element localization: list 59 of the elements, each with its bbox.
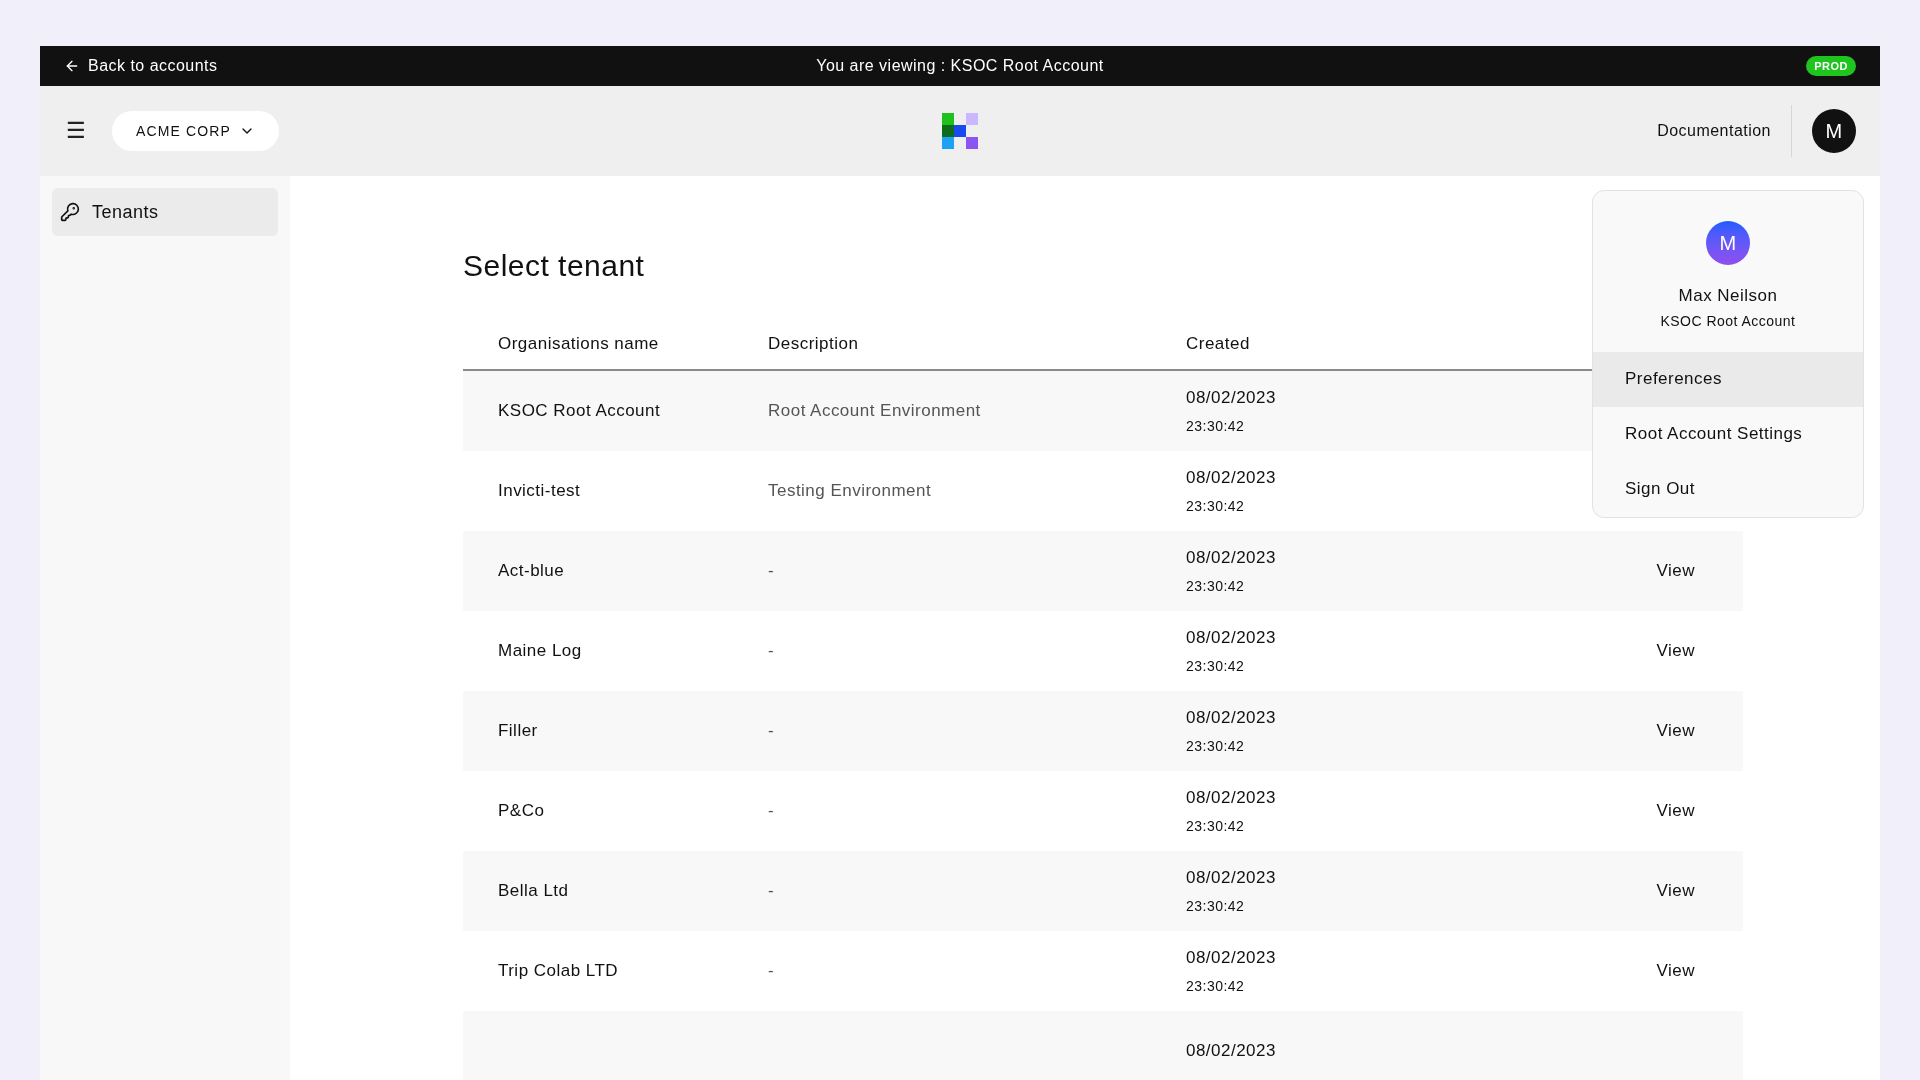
back-link[interactable]: Back to accounts — [64, 54, 218, 78]
created-date: 08/02/2023 — [1186, 386, 1276, 409]
view-link[interactable]: View — [1656, 798, 1695, 824]
organisation-name: Invicti-test — [498, 481, 581, 501]
organisation-name: Filler — [498, 721, 538, 741]
created-date: 08/02/2023 — [1186, 786, 1276, 809]
view-link[interactable]: View — [1656, 718, 1695, 744]
menu-item[interactable]: Root Account Settings — [1593, 406, 1863, 462]
description-text: - — [768, 801, 775, 821]
organisation-name: Maine Log — [498, 641, 582, 661]
description-text: - — [768, 881, 775, 901]
logo-icon — [942, 113, 978, 149]
view-link[interactable]: View — [1656, 878, 1695, 904]
view-link[interactable]: View — [1656, 638, 1695, 664]
created-date: 08/02/2023 — [1186, 946, 1276, 969]
user-avatar[interactable]: M — [1812, 109, 1856, 153]
organisation-name: Act-blue — [498, 561, 565, 581]
description-text: - — [768, 561, 775, 581]
description-text: Root Account Environment — [768, 401, 981, 421]
created-time: 23:30:42 — [1186, 417, 1245, 437]
created-date: 08/02/2023 — [1186, 466, 1276, 489]
description-text: Testing Environment — [768, 481, 932, 501]
created-time: 23:30:42 — [1186, 977, 1245, 997]
organisation-name: KSOC Root Account — [498, 401, 661, 421]
sidebar-item[interactable]: Tenants — [52, 188, 278, 236]
viewing-label: You are viewing : KSOC Root Account — [816, 56, 1104, 76]
view-link[interactable]: View — [1656, 558, 1695, 584]
environment-badge: PROD — [1806, 55, 1856, 77]
account-selector[interactable]: ACME CORP — [112, 111, 279, 151]
created-time: 23:30:42 — [1186, 497, 1245, 517]
menu-button[interactable]: ☰ — [64, 120, 88, 142]
organisation-name: P&Co — [498, 801, 545, 821]
created-time: 23:30:42 — [1186, 657, 1245, 677]
description-text: - — [768, 721, 775, 741]
organisation-name: Bella Ltd — [498, 881, 569, 901]
user-name: Max Neilson — [1678, 285, 1778, 307]
menu-item[interactable]: Preferences — [1593, 351, 1863, 407]
documentation-link[interactable]: Documentation — [1657, 119, 1771, 143]
created-date: 08/02/2023 — [1186, 1040, 1276, 1063]
column-header: Organisations name — [498, 333, 659, 353]
column-header: Created — [1186, 333, 1250, 353]
organisation-name: Trip Colab LTD — [498, 961, 619, 981]
created-date: 08/02/2023 — [1186, 546, 1276, 569]
user-avatar: M — [1706, 221, 1750, 265]
created-time: 23:30:42 — [1186, 817, 1245, 837]
column-header: Description — [768, 333, 859, 353]
account-name: KSOC Root Account — [1660, 311, 1796, 331]
created-time: 23:30:42 — [1186, 897, 1245, 917]
view-link[interactable]: View — [1656, 958, 1695, 984]
created-date: 08/02/2023 — [1186, 706, 1276, 729]
page-title: Select tenant — [463, 248, 645, 284]
description-text: - — [768, 641, 775, 661]
description-text: - — [768, 961, 775, 981]
menu-item[interactable]: Sign Out — [1593, 461, 1863, 517]
created-date: 08/02/2023 — [1186, 866, 1276, 889]
created-date: 08/02/2023 — [1186, 626, 1276, 649]
created-time: 23:30:42 — [1186, 577, 1245, 597]
key-icon — [60, 202, 80, 222]
created-time: 23:30:42 — [1186, 737, 1245, 757]
